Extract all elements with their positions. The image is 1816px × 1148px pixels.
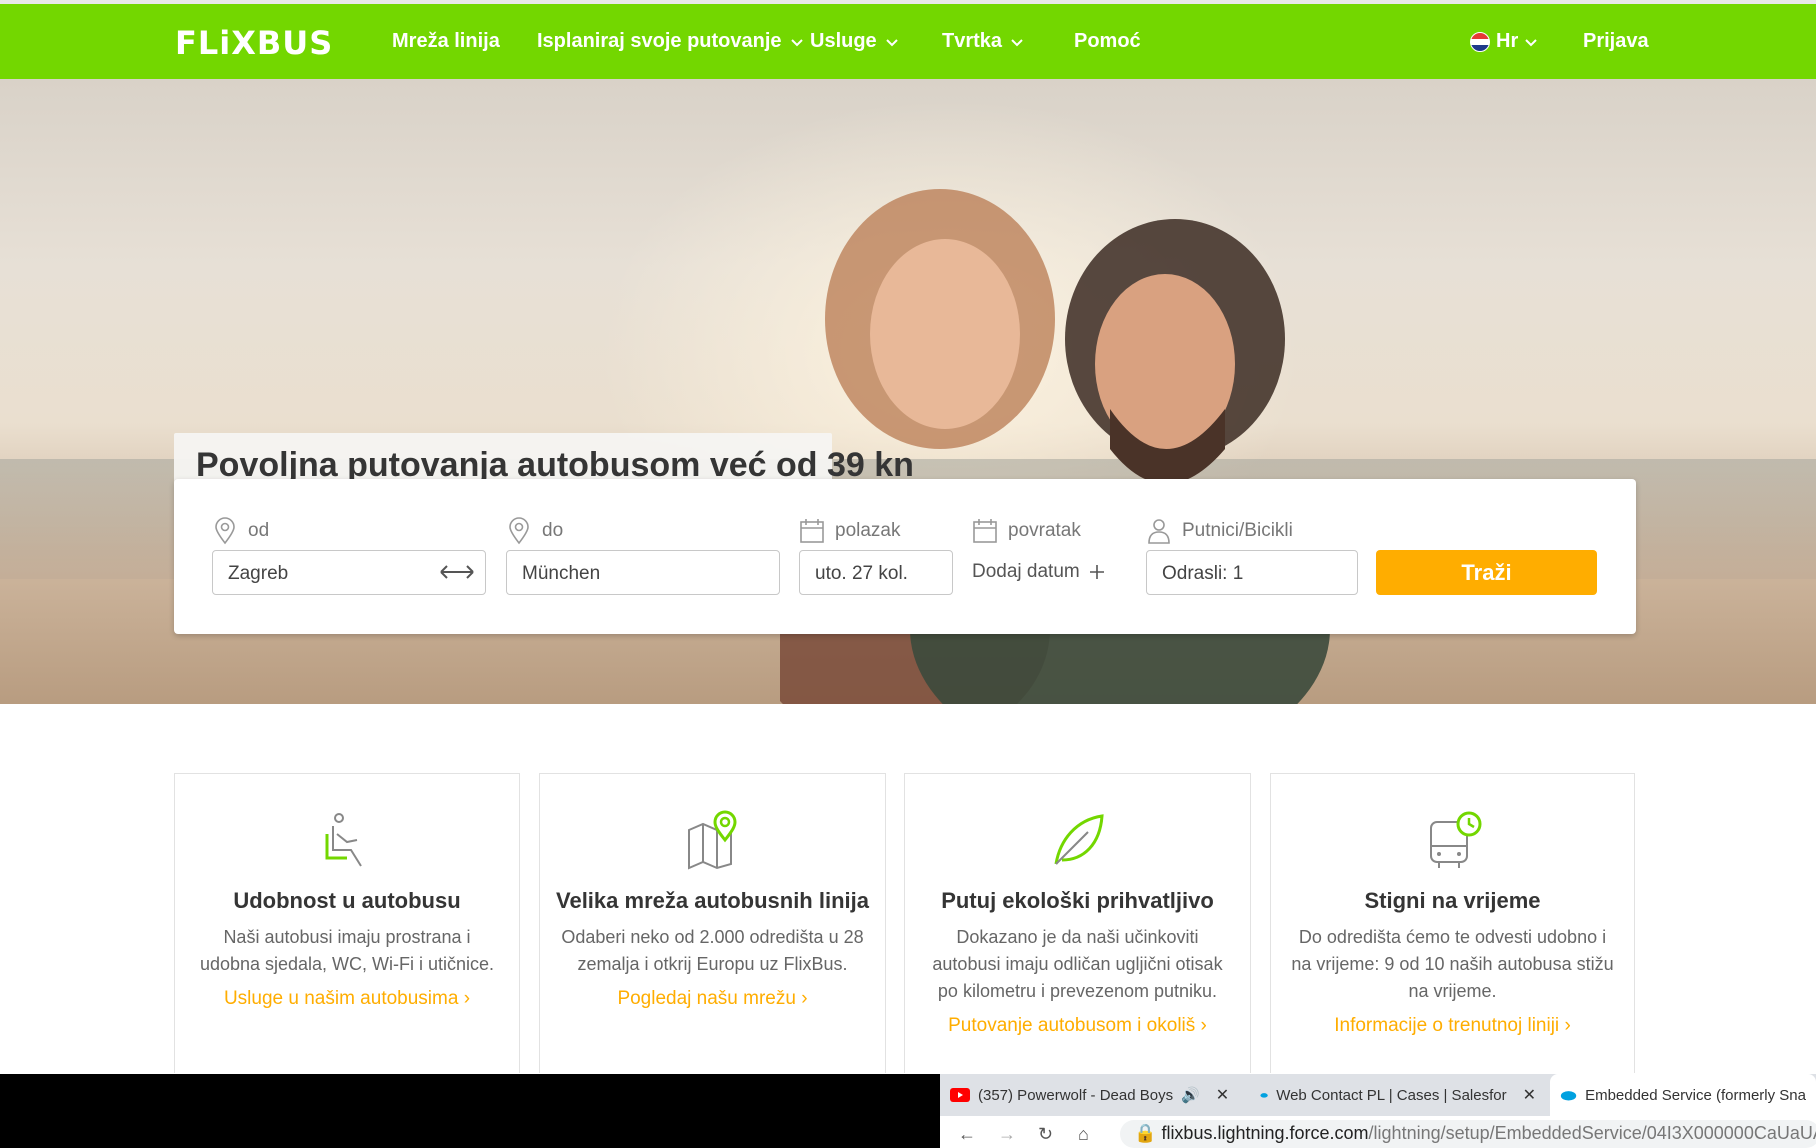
from-value: Zagreb: [228, 563, 289, 584]
add-date-label: Dodaj datum: [972, 561, 1080, 582]
depart-date-input[interactable]: uto. 27 kol.: [799, 550, 953, 595]
feature-title: Stigni na vrijeme: [1364, 888, 1541, 913]
feature-link-environment[interactable]: Putovanje autobusom i okoliš ›: [905, 1015, 1250, 1037]
nav-item-label: Tvrtka: [942, 30, 1003, 52]
nav-item-help[interactable]: Pomoć: [1074, 30, 1141, 53]
nav-item-label: Isplaniraj svoje putovanje: [537, 30, 782, 52]
calendar-icon: [973, 519, 997, 543]
top-navigation-bar: FLiXBUS Mreža linija Isplaniraj svoje pu…: [0, 0, 1816, 79]
croatia-flag-icon: [1470, 31, 1490, 52]
chevron-down-icon: [1525, 38, 1537, 46]
chevron-down-icon: [790, 38, 803, 46]
calendar-icon: [800, 519, 824, 543]
depart-label-text: polazak: [835, 520, 901, 541]
swap-direction-icon[interactable]: [439, 561, 475, 583]
nav-item-company[interactable]: Tvrtka: [942, 30, 1024, 53]
feature-link-line-info[interactable]: Informacije o trenutnoj liniji ›: [1271, 1015, 1634, 1037]
seat-icon: [325, 813, 362, 867]
feature-text: Do odredišta ćemo te odvesti udobno i na…: [1291, 927, 1614, 1001]
nav-item-plan-trip[interactable]: Isplaniraj svoje putovanje: [537, 30, 804, 53]
search-button[interactable]: Traži: [1376, 550, 1597, 595]
tab-label: Embedded Service (formerly Sna: [1585, 1086, 1806, 1104]
map-pin-icon: [687, 810, 737, 870]
feature-card-on-time: Stigni na vrijeme Do odredišta ćemo te o…: [1270, 773, 1635, 1073]
browser-tab-embedded-service[interactable]: Embedded Service (formerly Sna: [1550, 1074, 1816, 1116]
add-return-date-button[interactable]: Dodaj datum: [972, 561, 1106, 583]
browser-toolbar: ← → ↻ ⌂ 🔒 flixbus.lightning.force.com/li…: [940, 1116, 1816, 1148]
browser-tab-youtube[interactable]: (357) Powerwolf - Dead Boys 🔊 ✕: [940, 1074, 1242, 1116]
search-form: od Zagreb do München polazak uto. 27 kol…: [174, 479, 1636, 634]
feature-text: Naši autobusi imaju prostrana i udobna s…: [199, 927, 495, 974]
to-value: München: [522, 563, 601, 584]
passengers-input[interactable]: Odrasli: 1: [1146, 550, 1358, 595]
leaf-icon: [1054, 814, 1104, 865]
plus-icon: [1089, 565, 1104, 579]
tab-label: (357) Powerwolf - Dead Boys: [978, 1086, 1174, 1104]
passengers-label-text: Putnici/Bicikli: [1182, 520, 1293, 541]
feature-card-comfort: Udobnost u autobusu Naši autobusi imaju …: [174, 773, 520, 1073]
reload-icon[interactable]: ↻: [1038, 1124, 1053, 1145]
passengers-label: Putnici/Bicikli: [1146, 517, 1293, 545]
from-label: od: [212, 517, 269, 545]
nav-item-network[interactable]: Mreža linija: [392, 30, 500, 53]
url-host: flixbus.lightning.force.com: [1161, 1123, 1369, 1143]
depart-label: polazak: [799, 517, 901, 545]
address-bar[interactable]: 🔒 flixbus.lightning.force.com/lightning/…: [1120, 1120, 1816, 1148]
to-label: do: [506, 517, 563, 545]
language-label: Hr: [1496, 30, 1519, 52]
back-arrow-icon[interactable]: ←: [958, 1124, 976, 1145]
feature-card-network: Velika mreža autobusnih linija Odaberi n…: [539, 773, 886, 1073]
url-path: /lightning/setup/EmbeddedService/04I3X00…: [1368, 1123, 1816, 1143]
depart-value: uto. 27 kol.: [815, 563, 908, 584]
location-pin-icon: [215, 517, 235, 545]
browser-window: (357) Powerwolf - Dead Boys 🔊 ✕ Web Cont…: [940, 1074, 1816, 1148]
return-label-text: povratak: [1008, 520, 1081, 541]
feature-text: Odaberi neko od 2.000 odredišta u 28 zem…: [561, 927, 864, 974]
passengers-value: Odrasli: 1: [1162, 563, 1244, 584]
close-icon[interactable]: ✕: [1216, 1085, 1229, 1105]
chevron-down-icon: [885, 38, 898, 46]
youtube-icon: [950, 1088, 970, 1102]
salesforce-cloud-icon: [1560, 1091, 1577, 1101]
forward-arrow-icon[interactable]: →: [998, 1124, 1016, 1145]
browser-tab-salesforce-cases[interactable]: Web Contact PL | Cases | Salesfor ✕: [1250, 1074, 1546, 1116]
flixbus-logo[interactable]: FLiXBUS: [175, 24, 333, 62]
location-pin-icon: [509, 517, 529, 545]
feature-title: Udobnost u autobusu: [233, 888, 461, 913]
feature-text: Dokazano je da naši učinkoviti autobusi …: [932, 927, 1223, 1001]
tab-label: Web Contact PL | Cases | Salesfor: [1276, 1086, 1507, 1104]
nav-item-label: Pomoć: [1074, 30, 1141, 52]
speaker-icon: 🔊: [1181, 1087, 1200, 1104]
bus-clock-icon: [1429, 811, 1481, 868]
nav-item-label: Mreža linija: [392, 30, 500, 52]
close-icon[interactable]: ✕: [1523, 1085, 1536, 1105]
salesforce-cloud-icon: [1260, 1093, 1268, 1098]
feature-link-services[interactable]: Usluge u našim autobusima ›: [175, 988, 519, 1010]
feature-card-eco: Putuj ekološki prihvatljivo Dokazano je …: [904, 773, 1251, 1073]
to-label-text: do: [542, 520, 564, 541]
nav-item-label: Usluge: [810, 30, 877, 52]
to-input[interactable]: München: [506, 550, 780, 595]
feature-title: Putuj ekološki prihvatljivo: [941, 888, 1214, 913]
from-input[interactable]: Zagreb: [212, 550, 486, 595]
chevron-down-icon: [1011, 38, 1023, 46]
return-label: povratak: [972, 517, 1081, 545]
person-icon: [1148, 519, 1170, 544]
feature-link-network[interactable]: Pogledaj našu mrežu ›: [540, 988, 885, 1010]
nav-item-services[interactable]: Usluge: [810, 30, 899, 53]
login-link[interactable]: Prijava: [1583, 30, 1649, 53]
language-selector[interactable]: Hr: [1470, 30, 1538, 53]
lock-icon: 🔒: [1134, 1123, 1157, 1143]
home-icon[interactable]: ⌂: [1078, 1124, 1089, 1145]
from-label-text: od: [248, 520, 270, 541]
feature-title: Velika mreža autobusnih linija: [556, 888, 869, 913]
